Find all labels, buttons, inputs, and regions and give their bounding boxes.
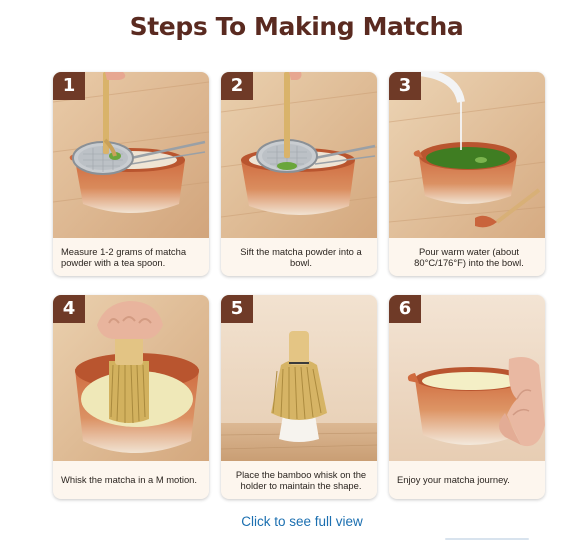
matcha-steps-page: Steps To Making Matcha 1 Measure 1-2 gra… xyxy=(0,0,571,542)
step-2-badge: 2 xyxy=(221,72,253,100)
step-6-badge: 6 xyxy=(389,295,421,323)
step-6-caption: Enjoy your matcha journey. xyxy=(397,474,510,486)
step-5-caption: Place the bamboo whisk on the holder to … xyxy=(235,468,367,492)
step-4-badge: 4 xyxy=(53,295,85,323)
step-card-5[interactable]: 5 Place the bamboo whisk on the holder t… xyxy=(221,295,377,499)
step-card-1[interactable]: 1 Measure 1-2 grams of matcha powder wit… xyxy=(53,72,209,276)
page-title: Steps To Making Matcha xyxy=(129,12,464,41)
step-1-caption: Measure 1-2 grams of matcha powder with … xyxy=(61,245,187,269)
step-card-4[interactable]: 4 Whisk the matcha in a M motion. xyxy=(53,295,209,499)
step-card-2[interactable]: 2 Sift the matcha powder into a bowl. xyxy=(221,72,377,276)
step-5-badge: 5 xyxy=(221,295,253,323)
step-card-6[interactable]: 6 Enjoy your matcha journey. xyxy=(389,295,545,499)
full-view-link[interactable]: Click to see full view xyxy=(0,514,571,529)
step-3-badge: 3 xyxy=(389,72,421,100)
step-3-caption: Pour warm water (about 80°C/176°F) into … xyxy=(414,245,524,269)
step-card-3[interactable]: 3 Pour warm water (about 80°C/176°F) int… xyxy=(389,72,545,276)
step-1-badge: 1 xyxy=(53,72,85,100)
scroll-indicator xyxy=(445,538,529,540)
step-2-caption: Sift the matcha powder into a bowl. xyxy=(240,245,362,269)
step-4-caption: Whisk the matcha in a M motion. xyxy=(61,474,197,486)
